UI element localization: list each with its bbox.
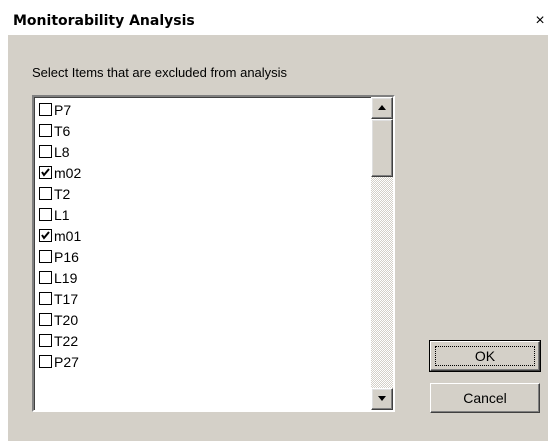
- list-item[interactable]: m01: [39, 225, 81, 246]
- cancel-button[interactable]: Cancel: [430, 383, 540, 413]
- item-checkbox[interactable]: [39, 103, 52, 116]
- list-item[interactable]: T17: [39, 288, 81, 309]
- item-checkbox[interactable]: [39, 334, 52, 347]
- check-icon: [41, 231, 50, 240]
- item-label: L1: [54, 206, 70, 223]
- item-label: P16: [54, 248, 79, 265]
- item-label: L19: [54, 269, 78, 286]
- ok-label: OK: [474, 348, 496, 364]
- item-checkbox[interactable]: [39, 271, 52, 284]
- item-checkbox[interactable]: [39, 250, 52, 263]
- item-checkbox[interactable]: [39, 166, 52, 179]
- list-item[interactable]: P27: [39, 351, 81, 372]
- item-label: T6: [54, 122, 71, 139]
- list-item[interactable]: P16: [39, 246, 81, 267]
- list-item[interactable]: L8: [39, 141, 81, 162]
- item-label: P7: [54, 101, 72, 118]
- scroll-down-button[interactable]: [371, 388, 393, 410]
- instruction-label: Select Items that are excluded from anal…: [32, 65, 288, 80]
- item-checkbox[interactable]: [39, 229, 52, 242]
- item-checkbox[interactable]: [39, 292, 52, 305]
- list-item[interactable]: T20: [39, 309, 81, 330]
- list-item[interactable]: P7: [39, 99, 81, 120]
- arrow-down-icon: [378, 396, 386, 401]
- list-item[interactable]: T6: [39, 120, 81, 141]
- list-item[interactable]: L19: [39, 267, 81, 288]
- item-checkbox[interactable]: [39, 313, 52, 326]
- item-label: P27: [54, 353, 79, 370]
- check-icon: [41, 168, 50, 177]
- item-checkbox[interactable]: [39, 187, 52, 200]
- scroll-up-button[interactable]: [371, 97, 393, 119]
- scroll-thumb[interactable]: [371, 119, 393, 177]
- list-item[interactable]: T2: [39, 183, 81, 204]
- item-checkbox[interactable]: [39, 145, 52, 158]
- list-item[interactable]: m02: [39, 162, 81, 183]
- window-title: Monitorability Analysis: [13, 13, 195, 29]
- vertical-scrollbar[interactable]: [371, 97, 393, 410]
- item-label: T2: [54, 185, 71, 202]
- title-bar: Monitorability Analysis ×: [8, 9, 548, 35]
- item-label: T17: [54, 290, 79, 307]
- item-label: m01: [54, 227, 82, 244]
- item-label: L8: [54, 143, 70, 160]
- excluded-items-listbox[interactable]: P7 T6 L8 m02 T2 L1 m01 P16 L19 T17 T20 T22 P27: [32, 95, 395, 412]
- item-checkbox[interactable]: [39, 124, 52, 137]
- item-checkbox[interactable]: [39, 208, 52, 221]
- item-checkbox[interactable]: [39, 355, 52, 368]
- item-label: T20: [54, 311, 79, 328]
- monitorability-dialog: Monitorability Analysis × Select Items t…: [8, 9, 548, 441]
- item-list: P7 T6 L8 m02 T2 L1 m01 P16 L19 T17 T20 T22 P27: [39, 99, 81, 372]
- item-label: T22: [54, 332, 79, 349]
- item-label: m02: [54, 164, 82, 181]
- close-icon[interactable]: ×: [532, 12, 548, 30]
- arrow-up-icon: [378, 105, 386, 110]
- ok-button[interactable]: OK: [429, 340, 541, 372]
- list-item[interactable]: L1: [39, 204, 81, 225]
- list-item[interactable]: T22: [39, 330, 81, 351]
